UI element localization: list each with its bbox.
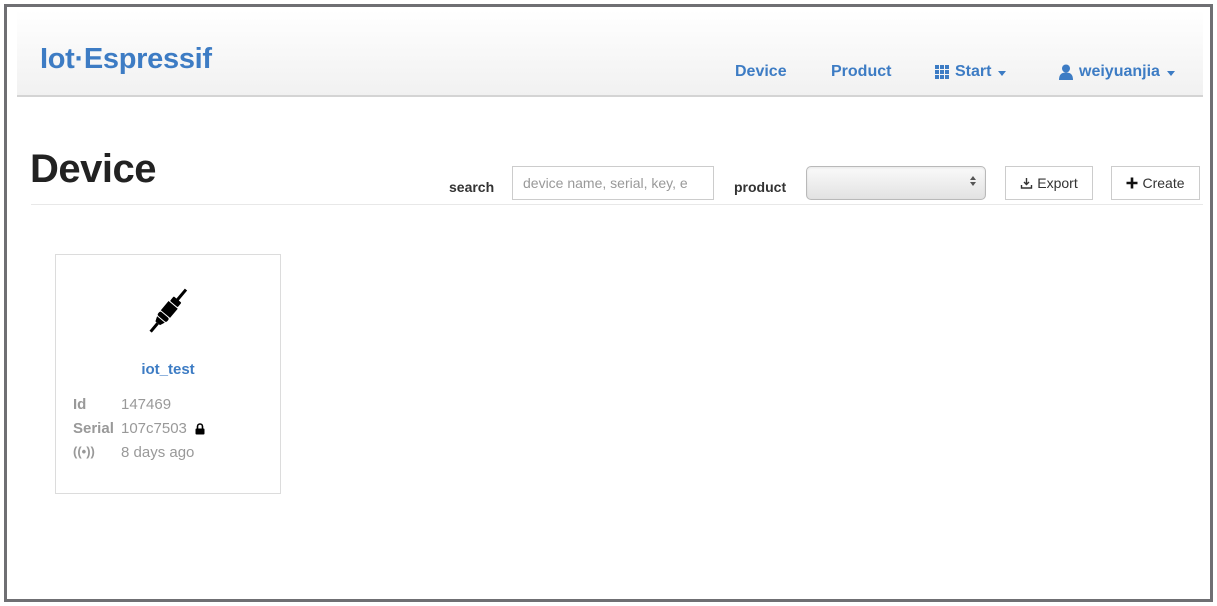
nav-device-label: Device: [735, 63, 787, 80]
product-select[interactable]: [806, 166, 986, 200]
id-label: Id: [73, 396, 87, 413]
nav-start-dropdown[interactable]: Start: [935, 63, 1007, 81]
plus-icon: [1126, 177, 1138, 189]
export-label: Export: [1037, 175, 1078, 191]
device-last-seen: 8 days ago: [121, 444, 195, 461]
device-id-value: 147469: [121, 396, 172, 413]
device-card[interactable]: iot_test Id 147469 Serial 107c7503 ((•))…: [55, 254, 281, 494]
serial-label: Serial: [73, 420, 114, 437]
export-button[interactable]: Export: [1005, 166, 1093, 200]
nav-product[interactable]: Product: [831, 63, 891, 81]
navbar: Iot·Espressif Device Product Start weiyu…: [17, 10, 1203, 97]
nav-start-label: Start: [955, 63, 992, 80]
chevron-down-icon: [1166, 70, 1175, 76]
brand-logo[interactable]: Iot·Espressif: [40, 43, 212, 76]
signal-icon: ((•)): [73, 444, 95, 459]
nav-user-label: weiyuanjia: [1079, 63, 1160, 80]
create-button[interactable]: Create: [1111, 166, 1200, 200]
nav-product-label: Product: [831, 63, 892, 80]
browser-frame: Iot·Espressif Device Product Start weiyu…: [4, 4, 1213, 602]
create-label: Create: [1142, 175, 1185, 191]
user-icon: [1059, 64, 1073, 80]
grid-icon: [935, 65, 949, 79]
lock-icon: [195, 423, 205, 435]
device-serial-row: Serial 107c7503: [73, 420, 205, 437]
plug-icon: [149, 288, 188, 333]
device-id-row: Id 147469: [73, 396, 171, 413]
device-name-link[interactable]: iot_test: [56, 361, 280, 378]
nav-user-dropdown[interactable]: weiyuanjia: [1059, 63, 1175, 81]
chevron-down-icon: [998, 70, 1007, 76]
device-status-row: ((•)) 8 days ago: [73, 444, 194, 461]
select-arrows-icon: [970, 176, 976, 186]
header-divider: [31, 204, 1203, 205]
product-label: product: [734, 179, 787, 195]
search-label: search: [449, 179, 495, 195]
device-serial-value: 107c7503: [121, 420, 187, 437]
search-input[interactable]: [512, 166, 714, 200]
page-title: Device: [30, 147, 156, 191]
nav-device[interactable]: Device: [735, 63, 787, 81]
download-icon: [1021, 178, 1033, 189]
